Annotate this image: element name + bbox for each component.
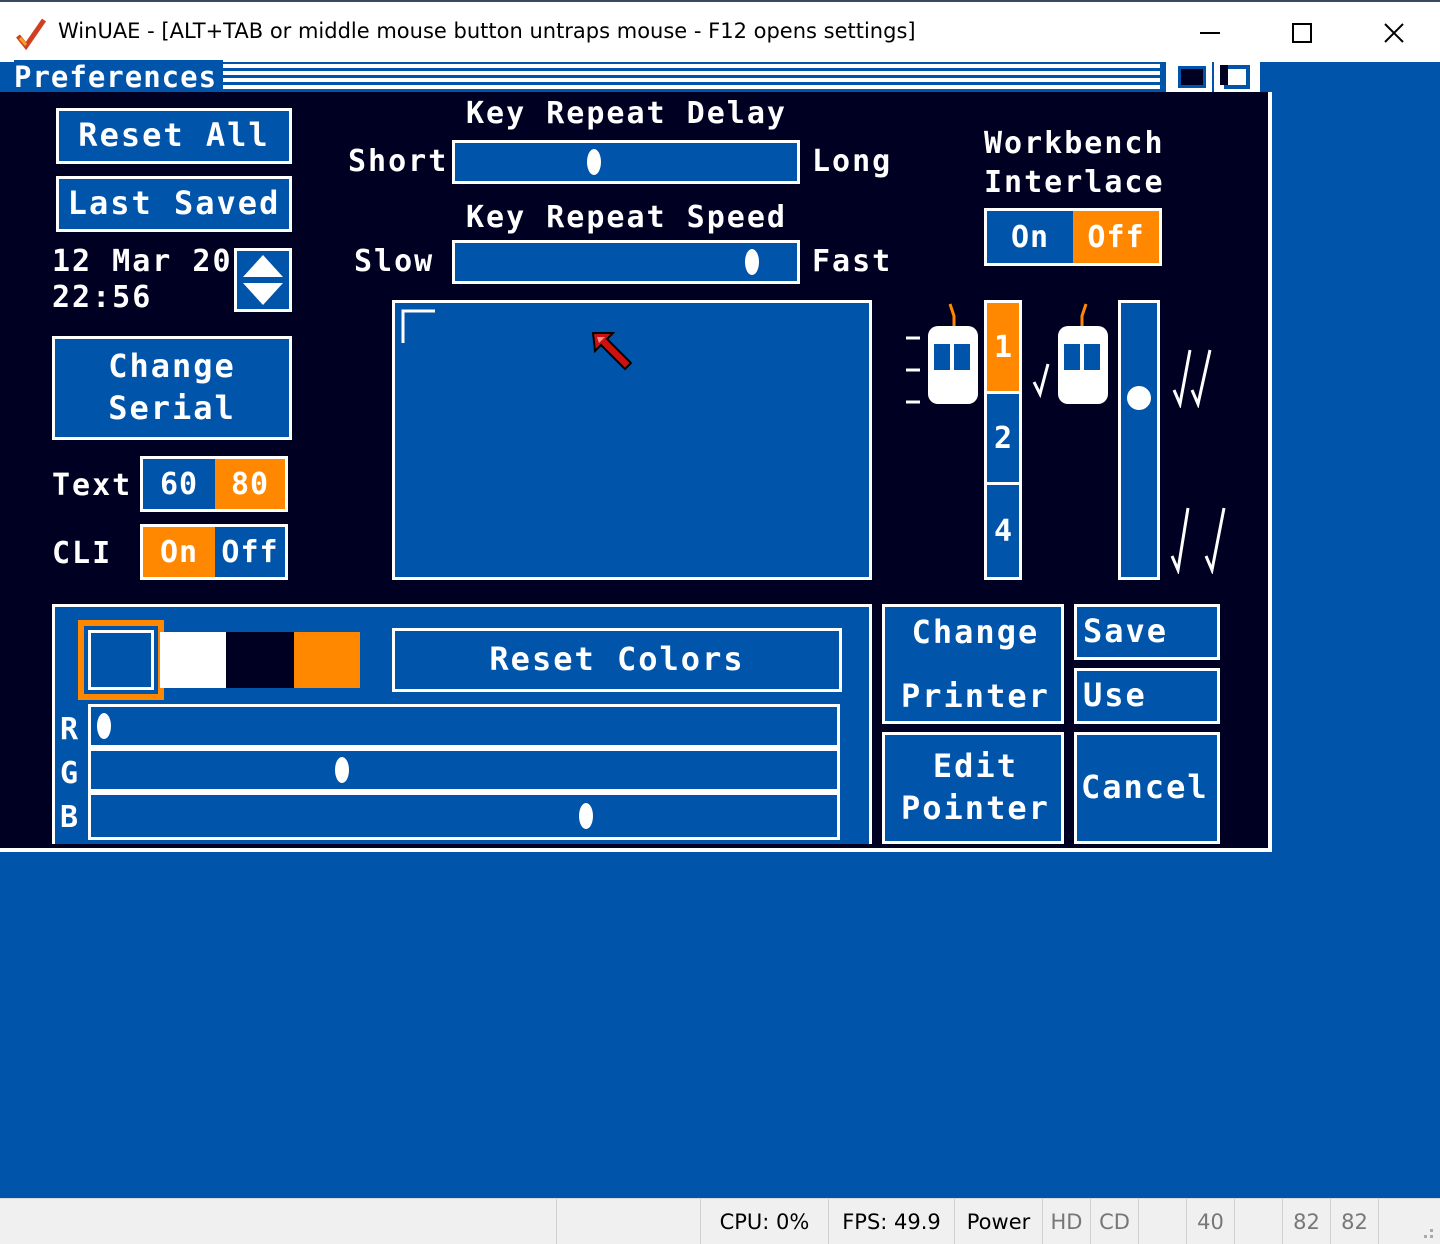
- fps-status: FPS: 49.9: [828, 1199, 954, 1244]
- slider-knob[interactable]: [745, 249, 760, 275]
- blue-label: B: [60, 800, 81, 835]
- resize-grip[interactable]: [1378, 1199, 1440, 1244]
- workbench-interlace-label: Workbench Interlace: [984, 126, 1165, 200]
- preferences-panel: Reset All Last Saved 12 Mar 20 22:56 Cha…: [0, 92, 1272, 852]
- close-icon: [1384, 23, 1404, 43]
- mouse-pointer-icon: [591, 332, 633, 371]
- maximize-icon: [1292, 23, 1312, 43]
- key-repeat-delay-slider[interactable]: [452, 140, 800, 184]
- maximize-button[interactable]: [1256, 4, 1348, 62]
- key-repeat-speed-slider[interactable]: [452, 240, 800, 284]
- depth-front-mark: [1220, 65, 1228, 85]
- date-display: 12 Mar 20: [52, 244, 233, 279]
- slider-knob[interactable]: [334, 757, 349, 783]
- cli-toggle[interactable]: On Off: [140, 524, 288, 580]
- mouse-speed-1[interactable]: 1: [987, 303, 1019, 391]
- screen-title: Preferences: [14, 60, 224, 94]
- cpu-status: CPU: 0%: [700, 1199, 828, 1244]
- key-repeat-speed-label: Key Repeat Speed: [466, 200, 787, 235]
- track-status: 40: [1186, 1199, 1234, 1244]
- color-swatch-2[interactable]: [226, 632, 294, 688]
- depth-back-gadget[interactable]: [1166, 62, 1212, 92]
- depth-front-gadget[interactable]: [1214, 62, 1260, 92]
- text-label: Text: [52, 468, 133, 503]
- status-bar: CPU: 0% FPS: 49.9 Power HD CD 40 82 82: [0, 1198, 1440, 1244]
- change-serial-button[interactable]: Change Serial: [52, 336, 292, 440]
- winuae-checkmark-icon: [16, 18, 47, 50]
- mouse-fast-icon: [1032, 303, 1108, 404]
- close-button[interactable]: [1348, 4, 1440, 62]
- slider-knob[interactable]: [97, 713, 111, 739]
- color-swatch-3[interactable]: [294, 632, 360, 688]
- slider-knob[interactable]: [579, 803, 594, 829]
- status-blank-2: [1138, 1199, 1186, 1244]
- df1-status: 82: [1330, 1199, 1378, 1244]
- color-swatch-0[interactable]: [78, 620, 164, 700]
- status-blank-3: [1234, 1199, 1282, 1244]
- hd-led: HD: [1042, 1199, 1090, 1244]
- last-saved-button[interactable]: Last Saved: [56, 176, 292, 232]
- red-slider[interactable]: [88, 704, 840, 748]
- cli-on-option[interactable]: On: [143, 527, 215, 577]
- cli-label: CLI: [52, 536, 113, 571]
- key-repeat-speed-max-label: Fast: [812, 244, 893, 279]
- cli-off-option[interactable]: Off: [215, 527, 285, 577]
- save-button[interactable]: Save: [1074, 604, 1220, 660]
- blue-slider[interactable]: [88, 792, 840, 840]
- mouse-slow-icon: [906, 303, 978, 404]
- mouse-test-area[interactable]: [392, 300, 872, 580]
- status-blank: [556, 1199, 700, 1244]
- use-button[interactable]: Use: [1074, 668, 1220, 724]
- mouse-speed-4[interactable]: 4: [987, 485, 1019, 577]
- change-printer-button[interactable]: Change Printer: [882, 604, 1064, 724]
- corner-marker-icon: [401, 309, 435, 343]
- slider-knob[interactable]: [587, 149, 602, 175]
- amiga-screen-titlebar: Preferences: [0, 60, 1272, 94]
- cd-led: CD: [1090, 1199, 1138, 1244]
- depth-back-icon: [1178, 66, 1206, 88]
- text-80-option[interactable]: 80: [215, 459, 285, 509]
- color-palette[interactable]: [78, 620, 362, 700]
- edit-pointer-button[interactable]: Edit Pointer: [882, 732, 1064, 844]
- key-repeat-speed-min-label: Slow: [354, 244, 435, 279]
- mouse-speed-2[interactable]: 2: [987, 394, 1019, 482]
- text-60-option[interactable]: 60: [143, 459, 215, 509]
- slider-knob[interactable]: [1127, 385, 1151, 410]
- mouse-speed-selector[interactable]: 1 2 4: [984, 300, 1022, 580]
- df0-status: 82: [1282, 1199, 1330, 1244]
- interlace-on-option[interactable]: On: [987, 211, 1073, 263]
- color-swatch-1[interactable]: [160, 632, 226, 688]
- slow-notes-icon: [1170, 507, 1226, 574]
- key-repeat-delay-max-label: Long: [812, 144, 893, 179]
- red-label: R: [60, 712, 81, 747]
- cancel-button[interactable]: Cancel: [1074, 732, 1220, 844]
- power-led: Power: [954, 1199, 1042, 1244]
- minimize-button[interactable]: [1164, 4, 1256, 62]
- reset-colors-button[interactable]: Reset Colors: [392, 628, 842, 692]
- reset-all-button[interactable]: Reset All: [56, 108, 292, 164]
- window-title: WinUAE - [ALT+TAB or middle mouse button…: [58, 19, 916, 43]
- fast-notes-icon: [1172, 349, 1212, 408]
- minimize-icon: [1200, 32, 1220, 34]
- resize-grip-icon: [1424, 1229, 1433, 1238]
- text-width-toggle[interactable]: 60 80: [140, 456, 288, 512]
- key-repeat-delay-label: Key Repeat Delay: [466, 96, 787, 131]
- interlace-toggle[interactable]: On Off: [984, 208, 1162, 266]
- window-titlebar: WinUAE - [ALT+TAB or middle mouse button…: [0, 0, 1440, 62]
- swatch-highlight: [88, 630, 154, 690]
- time-display: 22:56: [52, 280, 153, 315]
- interlace-off-option[interactable]: Off: [1073, 211, 1159, 263]
- date-stepper[interactable]: [234, 248, 292, 312]
- green-label: G: [60, 756, 81, 791]
- titlebar-stripes: [198, 64, 1160, 90]
- double-click-slider[interactable]: [1118, 300, 1160, 580]
- key-repeat-delay-min-label: Short: [348, 144, 449, 179]
- green-slider[interactable]: [88, 748, 840, 792]
- up-down-arrows-icon: [243, 255, 283, 305]
